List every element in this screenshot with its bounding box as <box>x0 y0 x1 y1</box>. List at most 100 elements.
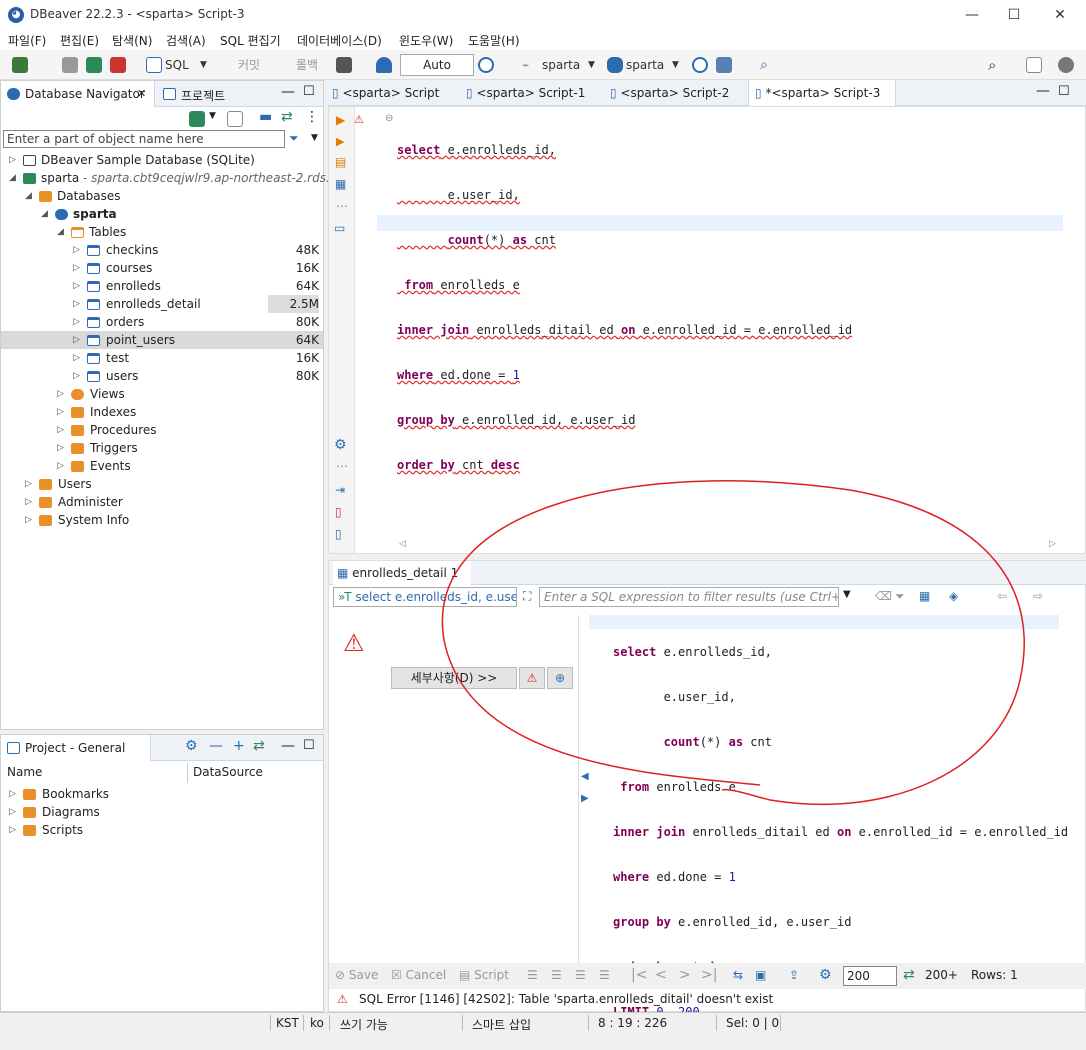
plug-icon[interactable] <box>62 57 78 73</box>
tree-item-events[interactable]: ▷ Events <box>1 457 323 475</box>
tree-item-triggers[interactable]: ▷ Triggers <box>1 439 323 457</box>
scroll-right-icon[interactable]: ▷ <box>1049 539 1056 549</box>
new-connection-icon[interactable] <box>189 111 205 127</box>
table-row[interactable]: ▷ users 80K <box>1 367 323 385</box>
collapse-icon[interactable]: — <box>209 738 223 754</box>
collapse-all-icon[interactable]: ▬ <box>259 109 272 125</box>
tree-item-system-info[interactable]: ▷ System Info <box>1 511 323 529</box>
file-icon[interactable]: ▯ <box>335 505 342 519</box>
menu-sql-editor[interactable]: SQL 편집기 <box>220 32 281 49</box>
tree-item-users[interactable]: ▷ Users <box>1 475 323 493</box>
add-row-icon[interactable]: ☰ <box>551 968 562 982</box>
history-icon[interactable] <box>478 57 494 73</box>
new-folder-icon[interactable] <box>227 111 243 127</box>
format-icon[interactable]: ▯ <box>335 527 342 541</box>
project-item-scripts[interactable]: ▷ Scripts <box>1 821 323 839</box>
execute-script-icon[interactable]: ▤ <box>335 155 346 169</box>
execute-new-tab-icon[interactable]: ▶ <box>336 135 344 148</box>
disconnect-icon[interactable] <box>110 57 126 73</box>
tab-project-general[interactable]: Project - General <box>1 735 151 761</box>
panel-icon[interactable]: ▣ <box>755 968 766 982</box>
minimize-button[interactable]: — <box>952 4 992 26</box>
search-icon[interactable]: ⌕ <box>760 55 768 75</box>
tree-item-tables[interactable]: ◢ Tables <box>1 223 323 241</box>
gear-icon[interactable]: ⚙ <box>819 967 832 983</box>
terminal-icon[interactable]: ▭ <box>334 221 345 235</box>
last-page-icon[interactable]: >| <box>701 967 717 983</box>
dbeaver-perspective-icon[interactable] <box>1058 57 1074 73</box>
delete-row-icon[interactable]: ☰ <box>599 968 610 982</box>
lock-icon[interactable] <box>376 57 392 73</box>
transaction-icon[interactable] <box>336 57 352 73</box>
auto-commit-mode[interactable]: Auto <box>400 54 474 76</box>
table-row[interactable]: ▷ courses 16K <box>1 259 323 277</box>
filter-icon[interactable]: ⏷ <box>289 131 299 146</box>
tree-item-sample-db[interactable]: ▷ DBeaver Sample Database (SQLite) <box>1 151 323 169</box>
sql-editor-icon[interactable] <box>146 57 162 73</box>
rollback-button[interactable]: 롤백 <box>296 55 318 75</box>
tab-script-3[interactable]: ▯ *<sparta> Script-3 ✕ <box>748 80 896 126</box>
chevron-down-icon[interactable]: ▼ <box>672 55 679 75</box>
link-icon[interactable]: ⇄ <box>253 738 265 754</box>
global-search-icon[interactable]: ⌕ <box>988 55 996 75</box>
menu-help[interactable]: 도움말(H) <box>468 32 520 49</box>
column-header-name[interactable]: Name <box>7 765 42 779</box>
previous-page-icon[interactable]: < <box>655 967 667 983</box>
gear-icon[interactable]: ⚙ <box>185 738 198 754</box>
fetch-size-input[interactable]: 200 <box>843 966 897 986</box>
cancel-button[interactable]: ☒ Cancel <box>391 968 446 982</box>
menu-database[interactable]: 데이터베이스(D) <box>297 32 382 49</box>
view-menu-icon[interactable]: ⋮ <box>305 109 319 125</box>
tree-item-procedures[interactable]: ▷ Procedures <box>1 421 323 439</box>
fetch-icon[interactable]: ⇄ <box>903 967 915 983</box>
scroll-left-icon[interactable]: ◁ <box>399 539 406 549</box>
sql-code[interactable]: select e.enrolleds_id, e.user_id, count(… <box>397 113 852 503</box>
tree-item-views[interactable]: ▷ Views <box>1 385 323 403</box>
expand-icon[interactable]: + <box>233 738 245 754</box>
tree-item-indexes[interactable]: ▷ Indexes <box>1 403 323 421</box>
execute-icon[interactable]: ▶ <box>336 113 345 127</box>
link-editor-icon[interactable]: ⇄ <box>281 109 293 125</box>
connect-icon[interactable] <box>86 57 102 73</box>
table-row[interactable]: ▷ enrolleds_detail 2.5M <box>1 295 323 313</box>
table-row[interactable]: ▷ test 16K <box>1 349 323 367</box>
tree-item-administer[interactable]: ▷ Administer <box>1 493 323 511</box>
tree-item-sparta-db[interactable]: ◢ sparta <box>1 205 323 223</box>
chevron-down-icon[interactable]: ▼ <box>588 55 595 75</box>
fold-marker-icon[interactable]: ⊖ <box>385 113 393 124</box>
minimize-icon[interactable]: — <box>1036 83 1050 99</box>
maximize-icon[interactable]: ☐ <box>1058 84 1070 99</box>
tab-script-2[interactable]: ▯ <sparta> Script-2 <box>610 80 746 106</box>
perspective-icon[interactable] <box>1026 57 1042 73</box>
menu-search[interactable]: 검색(A) <box>166 32 206 49</box>
project-item-diagrams[interactable]: ▷ Diagrams <box>1 803 323 821</box>
export-icon[interactable]: ⇥ <box>335 483 345 497</box>
minimize-icon[interactable]: — <box>281 84 295 100</box>
explain-plan-icon[interactable]: ▦ <box>335 177 346 191</box>
edit-row-icon[interactable]: ☰ <box>527 968 538 982</box>
close-icon[interactable]: ✕ <box>137 87 146 100</box>
menu-navigate[interactable]: 탐색(N) <box>112 32 152 49</box>
tree-item-databases[interactable]: ◢ Databases <box>1 187 323 205</box>
gear-icon[interactable]: ⚙ <box>334 437 347 453</box>
refresh-icon[interactable]: ⇆ <box>733 968 743 982</box>
table-row[interactable]: ▷ checkins 48K <box>1 241 323 259</box>
commit-button[interactable]: 커밋 <box>238 55 260 75</box>
tools-icon[interactable] <box>716 57 732 73</box>
maximize-icon[interactable]: ☐ <box>303 738 315 753</box>
menu-file[interactable]: 파일(F) <box>8 32 46 49</box>
tab-project[interactable]: 프로젝트 <box>181 87 225 104</box>
menu-edit[interactable]: 편집(E) <box>60 32 99 49</box>
dashboard-icon[interactable] <box>692 57 708 73</box>
navigator-search-input[interactable]: Enter a part of object name here <box>3 130 285 148</box>
table-row[interactable]: ▷ orders 80K <box>1 313 323 331</box>
sql-button[interactable]: SQL <box>165 55 189 75</box>
first-page-icon[interactable]: |< <box>631 967 647 983</box>
menu-window[interactable]: 윈도우(W) <box>399 32 453 49</box>
schema-selector[interactable]: sparta <box>626 55 664 75</box>
new-connection-icon[interactable] <box>12 57 28 73</box>
maximize-icon[interactable]: ☐ <box>303 84 315 99</box>
save-button[interactable]: ⊘ Save <box>335 968 378 982</box>
project-item-bookmarks[interactable]: ▷ Bookmarks <box>1 785 323 803</box>
script-button[interactable]: ▤ Script <box>459 968 509 982</box>
